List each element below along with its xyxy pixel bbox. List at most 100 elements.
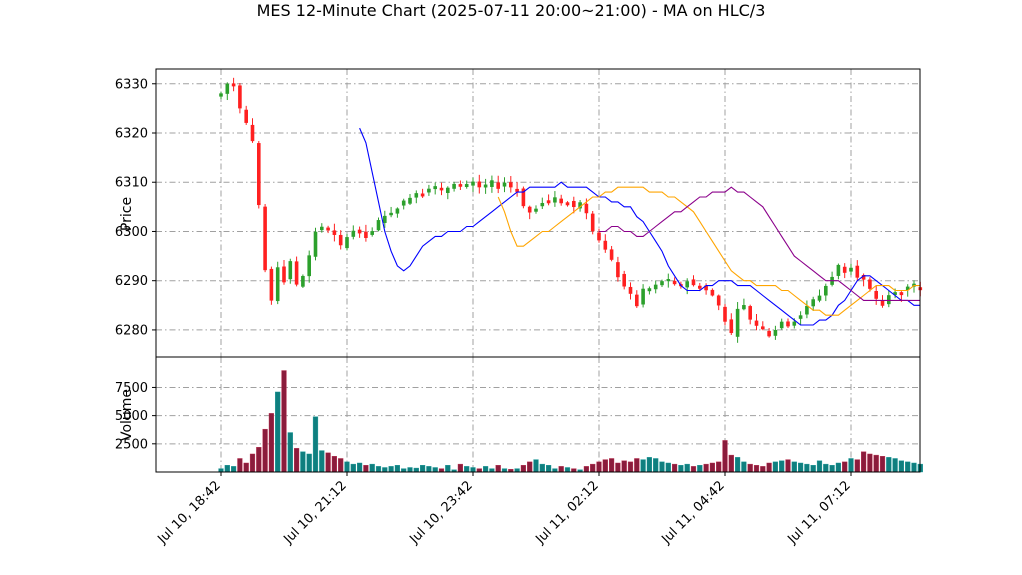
volume-bar <box>728 454 734 473</box>
candle-down <box>294 261 299 285</box>
volume-bar <box>344 461 350 473</box>
candle-down <box>691 279 696 286</box>
x-tick-label: Jul 10, 21:12 <box>280 478 349 547</box>
candle-up <box>452 183 456 189</box>
price-axis-label: Price <box>119 197 135 231</box>
volume-bar <box>772 461 779 473</box>
candle-down <box>527 206 532 213</box>
volume-bar <box>331 456 338 473</box>
candle-up <box>849 267 853 272</box>
moving-average-line-1 <box>359 127 921 326</box>
volume-bar <box>457 463 464 473</box>
candle-down <box>477 181 482 188</box>
candle-down <box>786 321 790 327</box>
candle-down <box>710 289 715 296</box>
volume-bar <box>369 463 375 473</box>
candle-up <box>433 186 437 190</box>
volume-bar <box>609 458 615 473</box>
volume-bar <box>413 467 419 473</box>
volume-bar <box>527 461 533 473</box>
x-tick-label: Jul 10, 18:42 <box>154 478 223 547</box>
candle-up <box>320 226 324 231</box>
volume-bar <box>438 468 445 473</box>
x-axis-ticks: Jul 10, 18:42 Jul 10, 21:12 Jul 10, 23:42 J… <box>154 472 854 548</box>
price-tick-label: 6310 <box>115 176 148 191</box>
volume-bar <box>735 457 741 473</box>
candle-down <box>584 203 589 214</box>
volume-bar <box>501 468 508 473</box>
candle-up <box>742 305 746 310</box>
x-tick-label: Jul 10, 23:42 <box>406 478 475 547</box>
volume-bar <box>262 428 268 473</box>
candle-down <box>338 234 343 246</box>
volume-bar <box>564 467 571 473</box>
volume-bar <box>760 466 766 473</box>
volume-bar <box>665 462 671 473</box>
volume-axis-label: Volume <box>119 389 135 441</box>
volume-bar <box>546 465 552 473</box>
volume-bar <box>873 454 879 473</box>
volume-bar <box>224 465 230 473</box>
volume-bar <box>621 460 627 473</box>
candle-down <box>723 306 727 322</box>
volume-bar <box>892 458 898 473</box>
volume-bar <box>829 465 835 473</box>
volume-bar <box>886 457 892 473</box>
candle-up <box>301 275 305 287</box>
volume-bar <box>753 465 760 473</box>
volume-bar <box>382 467 388 473</box>
volume-bar <box>464 466 470 473</box>
candle-down <box>899 292 904 296</box>
volume-bar <box>659 461 665 473</box>
candle-up <box>805 305 809 315</box>
volume-bar <box>571 468 577 473</box>
volume-bar <box>243 462 249 473</box>
volume-bar <box>558 466 564 473</box>
volume-bar <box>306 453 312 473</box>
candle-up <box>471 181 475 186</box>
volume-bar <box>357 462 363 473</box>
volume-bar <box>848 458 854 473</box>
volume-bar <box>640 459 646 473</box>
candle-up <box>275 267 280 302</box>
candle-up <box>389 212 393 216</box>
volume-bar <box>483 466 489 473</box>
candle-down <box>231 83 236 87</box>
candle-down <box>509 182 513 188</box>
candle-up <box>502 182 507 187</box>
volume-bar <box>319 450 325 473</box>
candle-up <box>660 281 664 286</box>
candle-down <box>635 294 639 307</box>
candle-up <box>653 284 658 290</box>
volume-bar <box>905 461 911 473</box>
volume-bar <box>394 465 401 473</box>
volume-bar <box>791 461 797 473</box>
candle-down <box>572 200 576 208</box>
volume-bar <box>816 460 823 473</box>
volume-bar <box>810 465 816 473</box>
volume-bar <box>300 451 306 473</box>
price-candles <box>219 77 923 343</box>
candle-up <box>307 255 311 277</box>
volume-bar <box>407 467 413 473</box>
candle-up <box>798 315 803 319</box>
candle-down <box>250 124 255 142</box>
candle-down <box>698 285 702 289</box>
volume-bar <box>684 463 690 473</box>
candle-down <box>515 188 519 192</box>
volume-bar <box>785 459 791 473</box>
price-tick-label: 6290 <box>115 274 148 289</box>
volume-bar <box>230 466 237 473</box>
volume-bar <box>615 462 621 473</box>
volume-bar <box>911 462 917 473</box>
candle-up <box>735 308 740 337</box>
candle-down <box>364 231 368 239</box>
candle-down <box>767 330 771 337</box>
volume-bar <box>363 465 369 473</box>
candle-down <box>546 200 551 204</box>
moving-average-lines <box>359 127 921 326</box>
candle-down <box>326 227 330 231</box>
volume-bars <box>218 370 923 473</box>
candle-down <box>761 326 765 330</box>
candle-up <box>641 288 645 305</box>
